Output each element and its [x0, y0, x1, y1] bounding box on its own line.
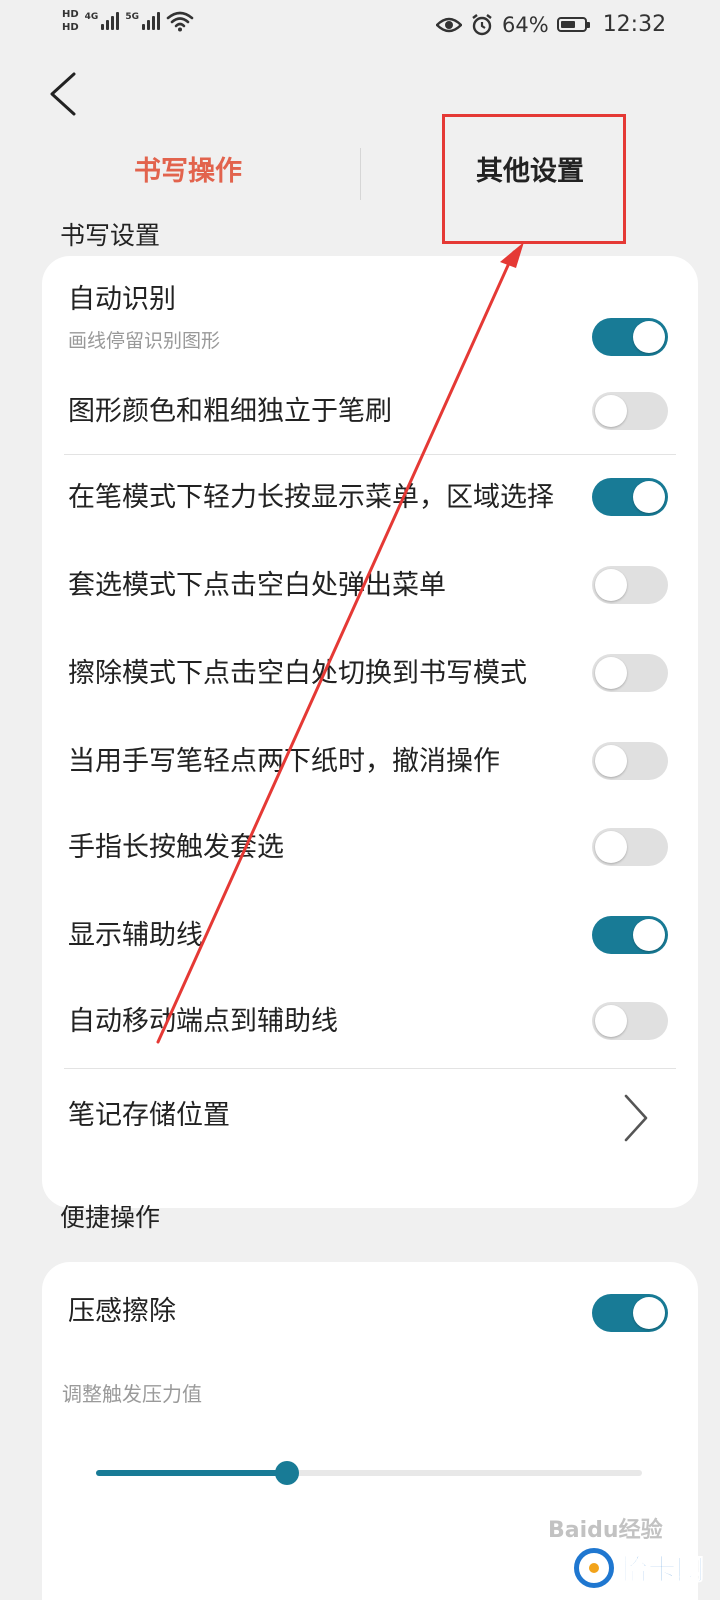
battery-percent: 64%	[502, 12, 549, 37]
watermark-logo: 恰卡网	[574, 1548, 705, 1588]
setting-row-show-guides[interactable]: 显示辅助线	[68, 916, 698, 976]
setting-label: 自动移动端点到辅助线	[68, 1006, 338, 1037]
setting-label: 笔记存储位置	[68, 1100, 230, 1131]
section-header-writing: 书写设置	[60, 221, 161, 250]
setting-row-erase-tap-switch[interactable]: 擦除模式下点击空白处切换到书写模式	[68, 654, 698, 714]
toggle-knob	[595, 745, 627, 777]
toggle-switch[interactable]	[592, 318, 668, 356]
toggle-knob	[595, 1005, 627, 1037]
toggle-switch[interactable]	[592, 742, 668, 780]
setting-label: 压感擦除	[68, 1296, 176, 1327]
toggle-knob	[595, 657, 627, 689]
toggle-switch[interactable]	[592, 828, 668, 866]
toggle-knob	[595, 395, 627, 427]
divider	[64, 454, 676, 455]
pressure-slider[interactable]	[96, 1461, 642, 1485]
divider	[64, 1068, 676, 1069]
alarm-icon	[472, 13, 492, 35]
chevron-left-icon	[50, 72, 76, 116]
hd-indicator: HD HD	[62, 8, 79, 34]
network-type-1: 4G	[84, 12, 99, 22]
annotation-highlight-box	[442, 114, 626, 244]
hd-label-2: HD	[62, 22, 79, 33]
setting-row-lasso-tap-menu[interactable]: 套选模式下点击空白处弹出菜单	[68, 566, 698, 626]
toggle-knob	[633, 919, 665, 951]
toggle-switch[interactable]	[592, 392, 668, 430]
wifi-icon	[166, 11, 194, 32]
watermark-logo-icon	[574, 1548, 614, 1588]
toggle-switch[interactable]	[592, 1002, 668, 1040]
setting-label: 显示辅助线	[68, 920, 203, 951]
setting-row-snap-to-guides[interactable]: 自动移动端点到辅助线	[68, 1002, 698, 1062]
back-button[interactable]	[40, 70, 88, 118]
toggle-knob	[595, 569, 627, 601]
clock: 12:32	[602, 12, 667, 37]
setting-label: 套选模式下点击空白处弹出菜单	[68, 570, 446, 601]
signal-icon-2: 5G	[125, 12, 160, 30]
setting-label: 手指长按触发套选	[68, 832, 284, 863]
toggle-switch[interactable]	[592, 916, 668, 954]
settings-screen: HD HD 4G 5G 64% 12:32 书写操作 其他设置 书写设置 自动识…	[0, 0, 720, 1600]
toggle-switch[interactable]	[592, 478, 668, 516]
toggle-knob	[595, 831, 627, 863]
setting-row-double-tap-undo[interactable]: 当用手写笔轻点两下纸时，撤消操作	[68, 742, 698, 802]
slider-thumb[interactable]	[275, 1461, 300, 1485]
setting-row-auto-recognize[interactable]: 自动识别 画线停留识别图形	[68, 280, 698, 370]
toggle-switch[interactable]	[592, 566, 668, 604]
setting-sublabel: 画线停留识别图形	[68, 330, 221, 352]
setting-label: 擦除模式下点击空白处切换到书写模式	[68, 658, 527, 689]
toggle-knob	[633, 321, 665, 353]
status-left: HD HD 4G 5G	[62, 8, 194, 34]
hd-label-1: HD	[62, 9, 79, 20]
network-type-2: 5G	[125, 12, 139, 22]
section-header-quick: 便捷操作	[60, 1203, 161, 1232]
eye-icon	[436, 17, 462, 32]
setting-label: 在笔模式下轻力长按显示菜单，区域选择	[68, 482, 554, 513]
toggle-switch[interactable]	[592, 1294, 668, 1332]
setting-label: 自动识别	[68, 284, 176, 315]
writing-settings-card: 自动识别 画线停留识别图形 图形颜色和粗细独立于笔刷 在笔模式下轻力长按显示菜单…	[42, 256, 698, 1208]
slider-label: 调整触发压力值	[62, 1382, 202, 1406]
status-bar: HD HD 4G 5G 64% 12:32	[0, 0, 720, 48]
setting-row-shape-independent[interactable]: 图形颜色和粗细独立于笔刷	[68, 392, 698, 452]
chevron-right-icon	[624, 1094, 648, 1142]
status-right: 64% 12:32	[436, 12, 666, 37]
battery-icon	[556, 17, 590, 32]
setting-row-pressure-erase[interactable]: 压感擦除	[68, 1292, 698, 1352]
setting-row-pen-longpress-menu[interactable]: 在笔模式下轻力长按显示菜单，区域选择	[68, 478, 698, 538]
setting-row-finger-longpress-lasso[interactable]: 手指长按触发套选	[68, 828, 698, 888]
slider-fill	[96, 1470, 288, 1476]
watermark-logo-text: 恰卡网	[619, 1553, 705, 1587]
tab-divider	[360, 148, 361, 200]
setting-label: 当用手写笔轻点两下纸时，撤消操作	[68, 746, 500, 777]
toggle-knob	[633, 481, 665, 513]
toggle-knob	[633, 1297, 665, 1329]
signal-icon-1: 4G	[85, 12, 120, 30]
setting-row-storage-location[interactable]: 笔记存储位置	[68, 1094, 698, 1156]
toggle-switch[interactable]	[592, 654, 668, 692]
setting-label: 图形颜色和粗细独立于笔刷	[68, 396, 392, 427]
watermark-baidu: Baidu经验	[548, 1518, 663, 1543]
tab-writing-ops[interactable]: 书写操作	[88, 150, 288, 194]
